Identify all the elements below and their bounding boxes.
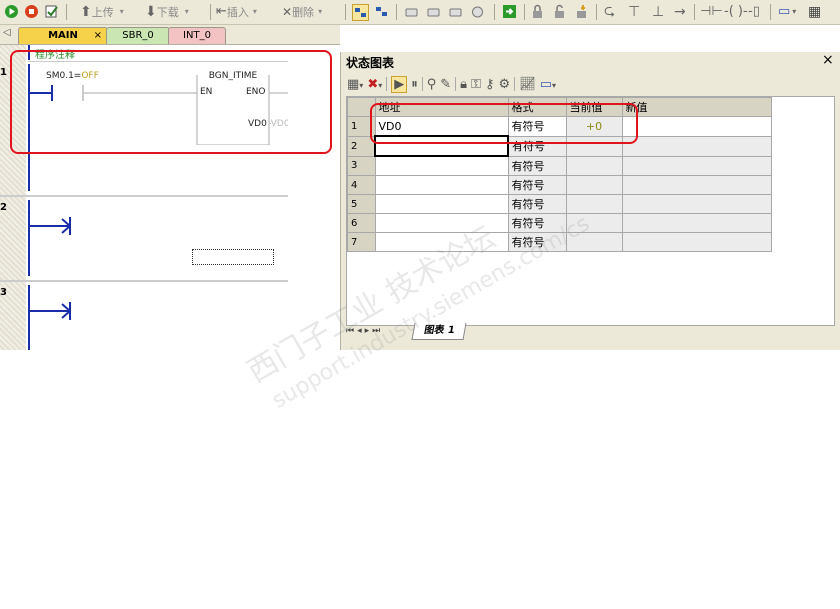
toolbar: ⬆ 上传 ▾ ⬇ 下载 ▾ ⇤ 插入 ▾ ✕ 删除 ▾ ⮎ ⊤ ⊥ → ⊣⊢ -( )- -▯ …	[0, 0, 840, 25]
download-icon: ⬇	[145, 3, 157, 20]
format-cell[interactable]: 有符号	[507, 175, 567, 195]
delete-row-icon[interactable]: ✖▾	[367, 77, 382, 92]
ladder-network-3	[30, 302, 71, 320]
comment-toggle-icon[interactable]: ▭▾	[540, 77, 556, 92]
new-value-cell[interactable]	[621, 135, 772, 157]
element-cursor[interactable]	[192, 249, 274, 265]
trend-view-icon[interactable]: 📈︎	[519, 77, 536, 92]
address-cell[interactable]	[374, 175, 509, 195]
force-icon[interactable]	[574, 4, 589, 19]
chart-toolbar: ▦▾ ✖▾ ▶ ⏸ ⚲ ✎ 🔒︎ ⚿ ⚷ ⚙ 📈︎ ▭▾	[347, 74, 687, 94]
contact-icon[interactable]: ⊣⊢	[700, 3, 723, 20]
read-all-forced-icon[interactable]: ⚙	[499, 77, 511, 92]
table-row: 3 有符号	[347, 155, 772, 176]
chart-status-icon[interactable]	[374, 4, 389, 19]
comment-icon[interactable]: ▭ ▾	[778, 3, 796, 20]
table-row: 4 有符号	[347, 175, 772, 195]
tab-scroll-left-icon[interactable]: ◁	[3, 27, 11, 38]
run-icon[interactable]	[4, 4, 19, 19]
upload-button[interactable]: ⬆ 上传 ▾	[80, 3, 124, 20]
status-chart-title: 状态图表	[346, 56, 395, 70]
ladder-network-2	[30, 217, 71, 235]
delete-icon: ✕	[282, 4, 293, 19]
line-right-icon[interactable]: →	[674, 3, 686, 20]
address-cell[interactable]	[374, 155, 509, 176]
format-cell[interactable]: 有符号	[507, 155, 567, 176]
force-lock-icon[interactable]: 🔒︎	[460, 77, 467, 92]
highlight-chart-row-1	[370, 103, 638, 144]
new-value-cell[interactable]	[621, 155, 772, 176]
current-value-cell	[565, 175, 623, 195]
go-icon[interactable]	[502, 4, 517, 19]
delete-button[interactable]: ✕ 删除 ▾	[282, 3, 322, 20]
search-icon[interactable]: ⚲	[427, 77, 437, 92]
unlock-icon[interactable]	[552, 4, 567, 19]
format-cell[interactable]: 有符号	[507, 194, 567, 214]
stop-icon[interactable]	[24, 4, 39, 19]
line-down-icon[interactable]: ⊤	[628, 3, 640, 20]
insert-icon: ⇤	[216, 4, 227, 19]
table-icon[interactable]: ▦	[808, 3, 821, 20]
highlight-network-1	[10, 50, 332, 154]
close-icon[interactable]: ×	[822, 52, 834, 68]
insert-button[interactable]: ⇤ 插入 ▾	[216, 3, 257, 20]
line-up-icon[interactable]: ⊥	[652, 3, 664, 20]
new-value-cell[interactable]	[621, 232, 772, 252]
write-icon[interactable]: ✎	[440, 77, 451, 92]
block-icon-4[interactable]	[470, 4, 485, 19]
tab-int0[interactable]: INT_0	[168, 27, 226, 44]
current-value-cell	[565, 194, 623, 214]
table-row: 5 有符号	[347, 194, 772, 214]
compile-icon[interactable]	[44, 4, 59, 19]
force-read-icon[interactable]: ⚷	[485, 77, 495, 92]
network-number: 3	[0, 287, 7, 298]
current-value-cell	[565, 155, 623, 176]
branch-icon[interactable]: ⮎	[604, 3, 615, 20]
new-value-cell[interactable]	[621, 116, 772, 137]
block-icon-1[interactable]	[404, 4, 419, 19]
upload-icon: ⬆	[80, 3, 92, 20]
coil-icon[interactable]: -( )-	[724, 3, 748, 20]
box-icon[interactable]: -▯	[748, 3, 760, 20]
tab-bar: ◁ MAIN × SBR_0 INT_0	[0, 25, 340, 45]
new-value-cell[interactable]	[621, 194, 772, 214]
network-number: 2	[0, 202, 7, 213]
download-button[interactable]: ⬇ 下载 ▾	[145, 3, 189, 20]
block-icon-3[interactable]	[448, 4, 463, 19]
program-status-icon[interactable]	[352, 4, 369, 21]
address-cell[interactable]	[374, 194, 509, 214]
close-tab-icon[interactable]: ×	[94, 28, 102, 43]
power-rail	[28, 200, 30, 276]
block-icon-2[interactable]	[426, 4, 441, 19]
unforce-icon[interactable]: ⚿	[471, 77, 481, 92]
insert-row-icon[interactable]: ▦▾	[347, 77, 363, 92]
status-chart-window: 状态图表 × ▦▾ ✖▾ ▶ ⏸ ⚲ ✎ 🔒︎ ⚿ ⚷ ⚙ 📈︎ ▭▾ 地址 格…	[340, 52, 840, 350]
pause-trend-icon[interactable]: ⏸	[411, 77, 418, 92]
single-read-icon[interactable]: ▶	[391, 75, 408, 93]
lock-icon[interactable]	[530, 4, 545, 19]
column-header-new: 新值	[621, 97, 772, 117]
tab-main[interactable]: MAIN ×	[18, 27, 108, 44]
tab-sbr0[interactable]: SBR_0	[106, 27, 170, 44]
new-value-cell[interactable]	[621, 175, 772, 195]
new-value-cell[interactable]	[621, 213, 772, 233]
